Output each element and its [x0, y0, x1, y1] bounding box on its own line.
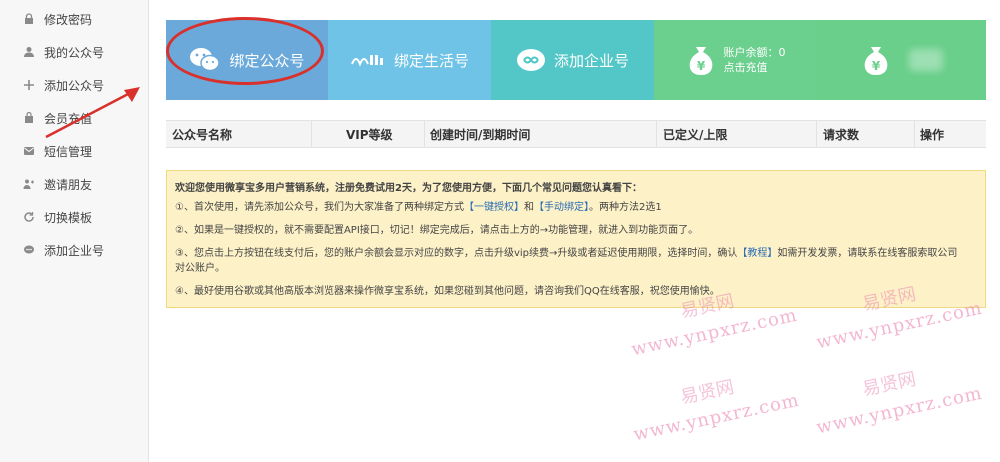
main-content: 绑定公众号 绑定生活号 添加企业号 ¥ 账户余额：0 点击充值 ¥ 公众号名称 … [166, 0, 986, 462]
notice-box: 欢迎您使用微享宝多用户营销系统，注册免费试用2天，为了您使用方便，下面几个常见问… [166, 170, 986, 308]
recharge-balance-button[interactable]: ¥ 账户余额：0 点击充值 [654, 20, 817, 100]
sidebar-item-change-password[interactable]: 修改密码 [22, 9, 92, 29]
notice-line-4: ④、最好使用谷歌或其他高版本浏览器来操作微享宝系统，如果您碰到其他问题，请咨询我… [175, 286, 720, 297]
user-icon [22, 45, 36, 59]
sidebar-item-label: 切换模板 [44, 210, 93, 225]
column-divider [424, 121, 425, 147]
wechat-icon [189, 47, 221, 73]
refresh-icon [22, 210, 36, 224]
notice-text: ③、您点击上方按钮在线支付后，您的账户余额会显示对应的数字，点击升级vip续费→… [175, 248, 738, 259]
column-divider [816, 121, 817, 147]
col-create-expire-time: 创建时间/到期时间 [430, 128, 531, 142]
balance-tile-secondary[interactable]: ¥ [817, 20, 986, 100]
column-divider [311, 121, 312, 147]
one-click-auth-link[interactable]: 【一键授权】 [464, 202, 524, 213]
sidebar-item-label: 添加公众号 [44, 78, 105, 93]
add-enterprise-label: 添加企业号 [553, 51, 629, 70]
blurred-info [908, 49, 943, 71]
balance-label: 账户余额：0 [723, 46, 786, 59]
sidebar-item-label: 会员充值 [44, 111, 93, 126]
col-actions: 操作 [920, 128, 945, 142]
sidebar-item-switch-template[interactable]: 切换模板 [22, 207, 92, 227]
sidebar-item-label: 我的公众号 [44, 45, 105, 60]
notice-line-2: ②、如果是一键授权的，就不需要配置API接口，切记！绑定完成后，请点击上方的→功… [175, 225, 699, 236]
notice-title: 欢迎您使用微享宝多用户营销系统，注册免费试用2天，为了您使用方便，下面几个常见问… [175, 183, 642, 194]
money-bag-icon: ¥ [686, 44, 716, 76]
plus-icon [22, 78, 36, 92]
bag-icon [22, 111, 36, 125]
sidebar-item-add-enterprise[interactable]: 添加企业号 [22, 240, 104, 260]
notice-text: 。两种方法2选1 [588, 202, 662, 213]
sidebar-item-label: 邀请朋友 [44, 177, 93, 192]
bind-wechat-label: 绑定公众号 [229, 51, 305, 70]
sidebar-item-label: 添加企业号 [44, 243, 105, 258]
money-bag-icon: ¥ [861, 44, 891, 76]
col-defined-limit: 已定义/上限 [663, 128, 728, 142]
sidebar-item-my-accounts[interactable]: 我的公众号 [22, 42, 104, 62]
notice-text: 如需开发发票，请联系在线客服索取公司 [777, 248, 958, 259]
sidebar-item-add-account[interactable]: 添加公众号 [22, 75, 104, 95]
lock-icon [22, 12, 36, 26]
manual-bind-link[interactable]: 【手动绑定】 [534, 202, 589, 213]
col-account-name: 公众号名称 [172, 128, 233, 142]
accounts-table-header: 公众号名称 VIP等级 创建时间/到期时间 已定义/上限 请求数 操作 [166, 120, 986, 148]
balance-info: 账户余额：0 点击充值 [724, 45, 786, 75]
recharge-link[interactable]: 点击充值 [724, 60, 786, 75]
notice-line-3: ③、您点击上方按钮在线支付后，您的账户余额会显示对应的数字，点击升级vip续费→… [175, 246, 975, 261]
svg-text:¥: ¥ [871, 59, 880, 73]
bind-wechat-button[interactable]: 绑定公众号 [166, 20, 328, 100]
chat-icon [22, 243, 36, 257]
tutorial-link[interactable]: 【教程】 [737, 248, 777, 259]
notice-line-3-cont: 对公账户。 [175, 263, 225, 274]
bind-life-account-label: 绑定生活号 [393, 51, 469, 70]
enterprise-wechat-icon [516, 48, 546, 72]
col-vip-level: VIP等级 [346, 128, 393, 142]
sidebar: 修改密码 我的公众号 添加公众号 会员充值 短信管理 邀请朋友 切换模板 添加企… [0, 0, 149, 462]
sidebar-item-member-recharge[interactable]: 会员充值 [22, 108, 92, 128]
notice-line-1: ①、首次使用，请先添加公众号，我们为大家准备了两种绑定方式【一键授权】和【手动绑… [175, 200, 975, 215]
sidebar-item-label: 修改密码 [44, 12, 93, 27]
notice-text: ①、首次使用，请先添加公众号，我们为大家准备了两种绑定方式 [175, 202, 464, 213]
column-divider [914, 121, 915, 147]
notice-text: 和 [523, 202, 534, 213]
add-enterprise-button[interactable]: 添加企业号 [491, 20, 654, 100]
col-requests: 请求数 [823, 128, 860, 142]
column-divider [656, 121, 657, 147]
sidebar-item-label: 短信管理 [44, 144, 93, 159]
message-icon [22, 144, 36, 158]
sidebar-item-invite-friends[interactable]: 邀请朋友 [22, 174, 92, 194]
action-tiles: 绑定公众号 绑定生活号 添加企业号 ¥ 账户余额：0 点击充值 ¥ [166, 20, 986, 100]
alipay-life-icon [350, 52, 386, 68]
bind-life-account-button[interactable]: 绑定生活号 [328, 20, 491, 100]
sidebar-item-sms-management[interactable]: 短信管理 [22, 141, 92, 161]
invite-icon [22, 177, 36, 191]
svg-text:¥: ¥ [696, 59, 705, 73]
